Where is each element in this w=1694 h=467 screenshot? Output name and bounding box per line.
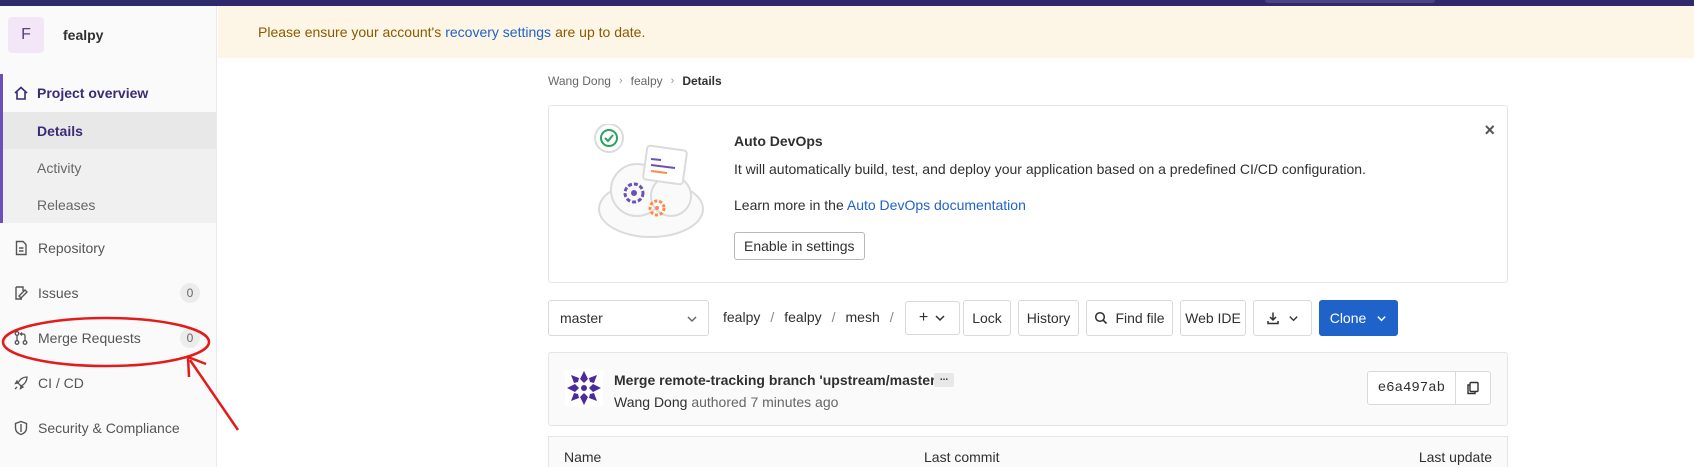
sidebar-item-label: Project overview [37,85,149,101]
sidebar-item-label: CI / CD [38,374,84,391]
copy-icon[interactable] [1456,372,1490,404]
commit-message-link[interactable]: Merge remote-tracking branch 'upstream/m… [614,372,939,388]
recovery-settings-link[interactable]: recovery settings [445,24,551,40]
search-box-edge[interactable] [1265,0,1435,3]
sidebar-item-ci-cd[interactable]: CI / CD [0,360,216,405]
sidebar-item-merge-requests[interactable]: Merge Requests 0 [0,315,216,360]
auto-devops-description: It will automatically build, test, and d… [734,161,1366,177]
close-icon[interactable]: × [1484,120,1495,141]
repository-toolbar: master fealpy / fealpy / mesh / + Lock H… [548,300,1508,336]
enable-in-settings-button[interactable]: Enable in settings [734,232,865,260]
commit-author-link[interactable]: Wang Dong [614,394,687,410]
commit-meta: Wang Dong authored 7 minutes ago [614,394,838,410]
chevron-right-icon: › [670,75,675,87]
path-segment[interactable]: fealpy [723,309,760,325]
commit-sha[interactable]: e6a497ab [1368,372,1456,404]
find-file-button[interactable]: Find file [1086,300,1173,336]
sidebar-subitem-details[interactable]: Details [3,112,216,149]
rocket-icon [13,375,29,391]
project-header[interactable]: F fealpy [0,6,216,64]
merge-request-icon [13,330,29,346]
file-path: fealpy / fealpy / mesh / [723,309,904,325]
web-ide-button[interactable]: Web IDE [1180,300,1246,336]
column-header-name: Name [564,449,602,465]
home-icon [13,85,29,101]
last-commit-box: Merge remote-tracking branch 'upstream/m… [548,352,1508,426]
recovery-settings-alert: Please ensure your account's recovery se… [218,6,1694,58]
chevron-down-icon [687,316,697,323]
issues-count-badge: 0 [180,282,200,303]
project-overview-group: Project overview Details Activity Releas… [0,74,216,223]
download-dropdown[interactable] [1253,300,1312,336]
sidebar-item-label: Security & Compliance [38,419,180,436]
chevron-down-icon [1289,315,1298,321]
sidebar-item-label: Merge Requests [38,329,141,346]
search-icon [1095,311,1108,325]
branch-name: master [560,310,603,326]
alert-text-before: Please ensure your account's [258,24,442,40]
commit-sha-group: e6a497ab [1366,371,1491,405]
sidebar-item-project-overview[interactable]: Project overview [3,74,216,112]
auto-devops-title: Auto DevOps [734,133,823,149]
path-separator: / [889,309,894,325]
auto-devops-docs-link[interactable]: Auto DevOps documentation [847,197,1026,213]
sidebar-item-label: Issues [38,284,79,301]
lock-button[interactable]: Lock [963,300,1011,336]
sidebar-item-label: Repository [38,239,105,256]
breadcrumb-item-current[interactable]: Details [682,74,721,88]
breadcrumb: Wang Dong › fealpy › Details [548,74,722,88]
auto-devops-learn-more: Learn more in the Auto DevOps documentat… [734,197,1026,213]
alert-text-after: are up to date. [555,24,646,40]
column-header-last-update: Last update [1418,449,1492,465]
sidebar-subitem-releases[interactable]: Releases [3,186,216,223]
shield-icon [13,420,29,436]
plus-icon: + [918,309,929,326]
merge-requests-count-badge: 0 [180,327,200,348]
clone-dropdown[interactable]: Clone [1319,300,1398,336]
document-icon [13,240,29,256]
project-name[interactable]: fealpy [63,27,103,43]
sidebar: F fealpy Project overview Details Activi… [0,6,217,467]
find-file-label: Find file [1115,310,1165,326]
chevron-down-icon [935,315,945,322]
sidebar-subitem-activity[interactable]: Activity [3,149,216,186]
add-file-dropdown[interactable]: + [905,301,960,335]
commit-time: authored 7 minutes ago [691,394,839,410]
sidebar-item-security-compliance[interactable]: Security & Compliance [0,405,216,450]
sidebar-item-issues[interactable]: Issues 0 [0,270,216,315]
author-avatar[interactable] [565,369,603,407]
auto-devops-banner: Auto DevOps It will automatically build,… [548,105,1508,283]
path-segment[interactable]: mesh [846,309,880,325]
breadcrumb-item-owner[interactable]: Wang Dong [548,74,611,88]
history-button[interactable]: History [1018,300,1079,336]
issues-icon [13,285,29,301]
column-header-last-commit: Last commit [924,449,1000,465]
breadcrumb-item-project[interactable]: fealpy [631,74,663,88]
branch-selector[interactable]: master [548,300,709,336]
expand-commit-description-button[interactable]: ... [934,373,954,387]
chevron-down-icon [1377,315,1386,321]
auto-devops-illustration [594,124,704,238]
project-avatar: F [8,17,44,53]
path-separator: / [770,309,775,325]
download-icon [1267,312,1279,325]
file-tree-header: Name Last commit Last update [548,436,1508,467]
path-segment[interactable]: fealpy [784,309,821,325]
sidebar-item-repository[interactable]: Repository [0,225,216,270]
path-separator: / [831,309,836,325]
learn-more-text: Learn more in the [734,197,844,213]
clone-label: Clone [1329,310,1367,326]
chevron-right-icon: › [618,75,623,87]
